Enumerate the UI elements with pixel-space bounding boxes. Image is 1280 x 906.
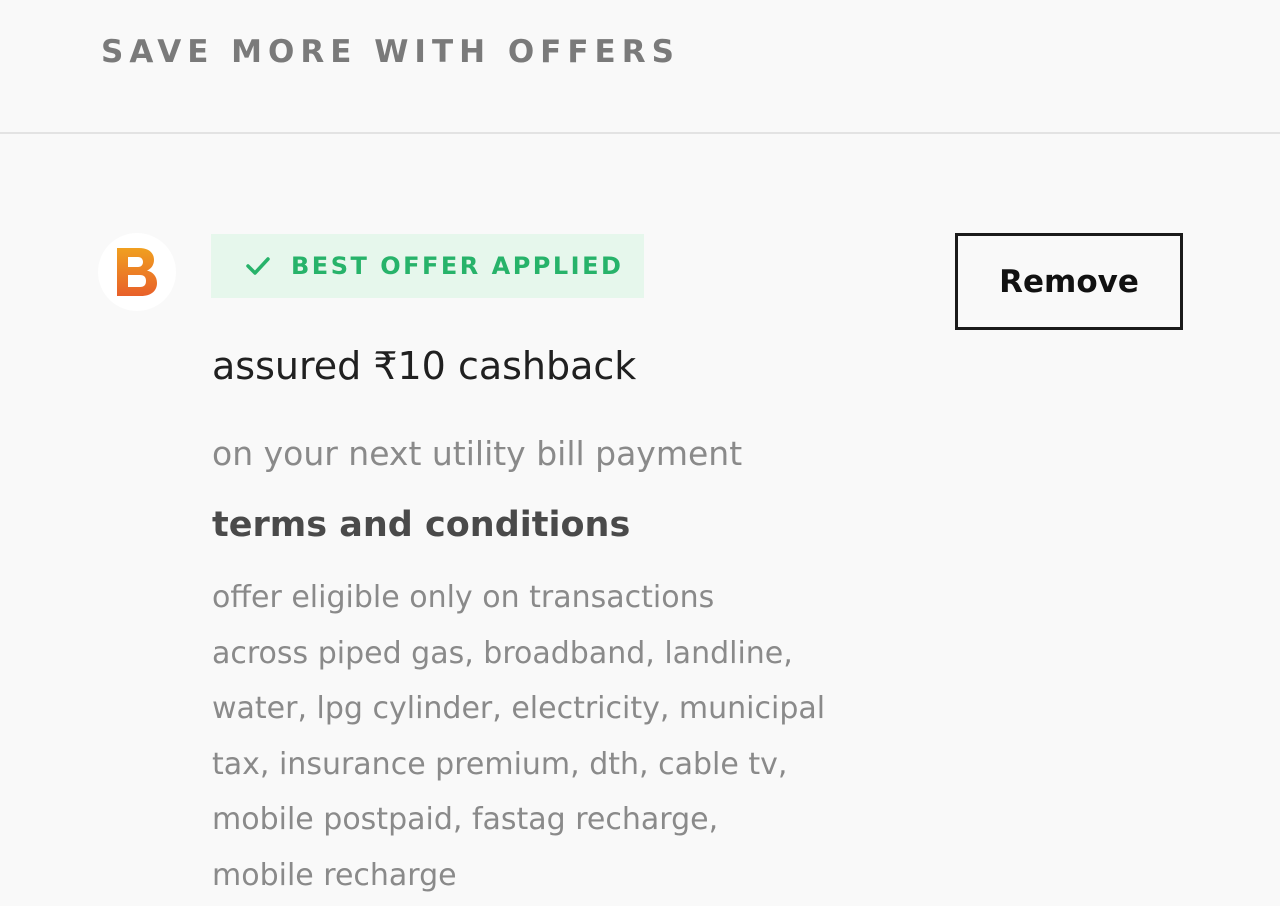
terms-line: offer eligible only on transactions — [212, 580, 715, 615]
remove-offer-button[interactable]: Remove — [955, 233, 1183, 330]
badge-label: BEST OFFER APPLIED — [291, 252, 624, 280]
offer-title: assured ₹10 cashback — [212, 344, 637, 388]
terms-line: across piped gas, broadband, landline, — [212, 635, 793, 671]
offers-page: SAVE MORE WITH OFFERS BEST OFFER APPLIED… — [0, 0, 1280, 906]
terms-line: tax, insurance premium, dth, cable tv, — [212, 746, 788, 782]
section-header: SAVE MORE WITH OFFERS — [0, 0, 1280, 134]
terms-body: offer eligible only on transactions acro… — [212, 570, 952, 903]
check-icon — [245, 253, 271, 279]
terms-heading: terms and conditions — [212, 505, 631, 545]
bill-payment-logo-icon — [98, 233, 176, 311]
section-title: SAVE MORE WITH OFFERS — [101, 34, 680, 70]
b-letter-icon — [117, 248, 157, 296]
offer-subtitle: on your next utility bill payment — [212, 434, 743, 473]
best-offer-badge: BEST OFFER APPLIED — [211, 234, 644, 298]
terms-line: mobile recharge — [212, 857, 457, 893]
terms-line: mobile postpaid, fastag recharge, — [212, 802, 719, 837]
terms-line: water, lpg cylinder, electricity, munici… — [212, 691, 826, 726]
